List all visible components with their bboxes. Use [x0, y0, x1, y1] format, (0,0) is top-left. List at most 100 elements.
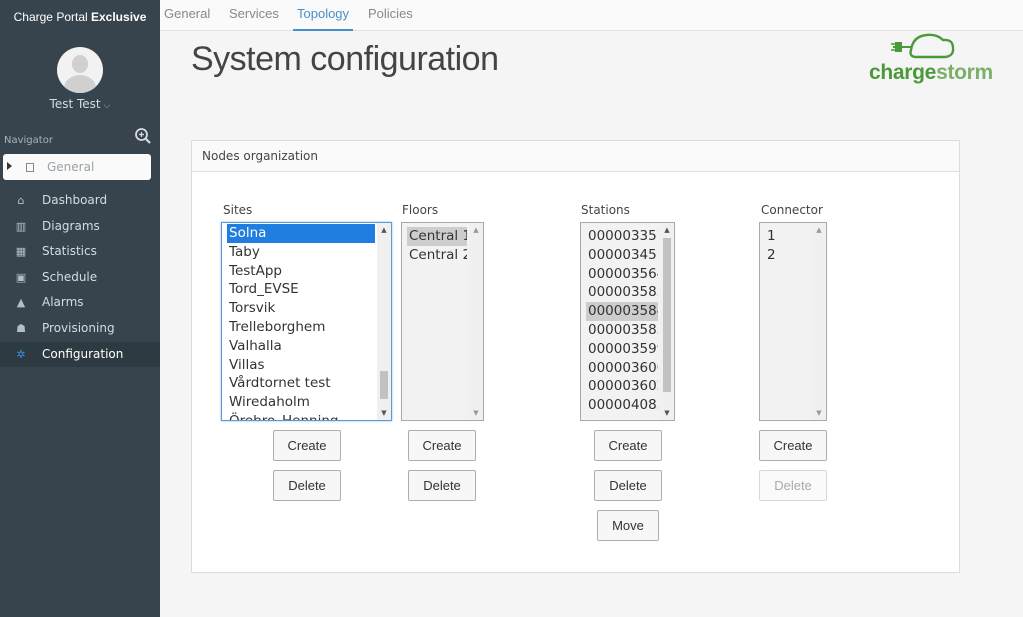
logo-wordmark: chargestorm — [869, 61, 993, 85]
list-item[interactable]: 000003599 — [586, 340, 658, 359]
delete-station-button[interactable]: Delete — [594, 470, 662, 501]
sidebar-item-label: Diagrams — [42, 218, 100, 233]
navigator-label: Navigator — [4, 135, 53, 146]
list-item[interactable]: 000003584 — [586, 302, 658, 321]
sidebar-item-provisioning[interactable]: ☗ Provisioning — [0, 316, 160, 342]
create-station-button[interactable]: Create — [594, 430, 662, 461]
sites-listbox[interactable]: Solna Taby TestApp Tord_EVSE Torsvik Tre… — [221, 222, 392, 421]
avatar-head — [72, 55, 88, 73]
list-item[interactable]: Wiredaholm — [227, 393, 375, 412]
sidebar-item-dashboard[interactable]: ⌂ Dashboard — [0, 188, 160, 214]
list-item[interactable]: 000003357 — [586, 227, 658, 246]
zoom-in-icon[interactable] — [134, 127, 152, 145]
tab-policies[interactable]: Policies — [368, 0, 413, 31]
navigator-tree-label: General — [47, 160, 95, 174]
list-item[interactable]: Central 1 — [407, 227, 467, 246]
list-item[interactable]: Örebro_Henning — [227, 412, 375, 420]
list-item[interactable]: Torsvik — [227, 299, 375, 318]
tab-bar: General Services Topology Policies — [160, 0, 1023, 31]
brand-title[interactable]: Charge Portal Exclusive — [0, 0, 160, 34]
list-item[interactable]: 000003451 — [586, 246, 658, 265]
home-icon: ⌂ — [17, 194, 25, 207]
page-title: System configuration — [191, 40, 499, 78]
list-item[interactable]: 000004085 — [586, 396, 658, 415]
list-item[interactable]: Valhalla — [227, 337, 375, 356]
delete-connector-button[interactable]: Delete — [759, 470, 827, 501]
scrollbar-thumb[interactable] — [380, 371, 388, 399]
panel-title: Nodes organization — [192, 141, 959, 172]
sidebar-item-label: Dashboard — [42, 193, 108, 207]
floors-label: Floors — [402, 203, 439, 217]
brand-name: Charge Portal — [13, 10, 91, 24]
expand-arrow-icon[interactable] — [7, 162, 12, 170]
sidebar-item-schedule[interactable]: ▣ Schedule — [0, 265, 160, 291]
list-item[interactable]: Trelleborghem — [227, 318, 375, 337]
avatar[interactable] — [57, 47, 103, 93]
scroll-down-icon[interactable]: ▼ — [377, 406, 391, 420]
list-item[interactable]: Solna — [227, 224, 375, 243]
table-icon: ▦ — [15, 245, 27, 259]
users-icon: ☗ — [16, 321, 26, 335]
scroll-up-icon[interactable]: ▲ — [377, 223, 391, 237]
sidebar-item-label: Schedule — [42, 269, 98, 284]
list-item[interactable]: 1 — [765, 227, 810, 246]
scrollbar[interactable]: ▲ ▼ — [377, 223, 391, 420]
tab-topology[interactable]: Topology — [293, 0, 354, 31]
tab-services[interactable]: Services — [229, 0, 279, 31]
scroll-up-icon[interactable]: ▲ — [660, 223, 674, 237]
create-floor-button[interactable]: Create — [408, 430, 476, 461]
list-item[interactable]: 000003564 — [586, 265, 658, 284]
sidebar-item-diagrams[interactable]: ▥ Diagrams — [0, 214, 160, 240]
create-connector-button[interactable]: Create — [759, 430, 827, 461]
chevron-down-icon: ⌵ — [103, 101, 111, 111]
list-item[interactable]: 000003602 — [586, 377, 658, 396]
sidebar-item-label: Provisioning — [42, 320, 115, 335]
scrollbar[interactable]: ▲ ▼ — [660, 223, 674, 420]
scrollbar-thumb[interactable] — [663, 238, 671, 392]
connector-listbox[interactable]: 1 2 ▲ ▼ — [759, 222, 827, 421]
list-item[interactable]: 000003600 — [586, 359, 658, 378]
scroll-up-icon[interactable]: ▲ — [812, 223, 826, 237]
logo-part-storm: storm — [936, 61, 993, 84]
scroll-up-icon[interactable]: ▲ — [469, 223, 483, 237]
list-item[interactable]: 2 — [765, 246, 810, 265]
list-item[interactable]: Tord_EVSE — [227, 280, 375, 299]
building-icon — [26, 163, 34, 172]
scroll-down-icon[interactable]: ▼ — [660, 406, 674, 420]
bar-chart-icon: ▥ — [15, 219, 27, 233]
user-menu[interactable]: Test Test ⌵ — [0, 97, 160, 111]
list-item[interactable]: TestApp — [227, 262, 375, 281]
connector-label: Connector — [761, 203, 823, 217]
stations-listbox[interactable]: 000003357 000003451 000003564 000003583 … — [580, 222, 675, 421]
sidebar-item-alarms[interactable]: ▲ Alarms — [0, 290, 160, 316]
navigator-tree-general[interactable]: General — [3, 154, 151, 180]
tab-general[interactable]: General — [164, 0, 210, 31]
move-station-button[interactable]: Move — [597, 510, 659, 541]
logo-part-charge: charge — [869, 61, 937, 84]
stations-label: Stations — [581, 203, 630, 217]
floors-listbox[interactable]: Central 1 Central 2 ▲ ▼ — [401, 222, 484, 421]
scrollbar[interactable]: ▲ ▼ — [812, 223, 826, 420]
gear-icon: ✲ — [16, 347, 26, 361]
scrollbar[interactable]: ▲ ▼ — [469, 223, 483, 420]
sidebar-item-label: Statistics — [42, 244, 97, 259]
list-item[interactable]: 000003585 — [586, 321, 658, 340]
list-item[interactable]: Taby — [227, 243, 375, 262]
sidebar-item-label: Configuration — [42, 346, 124, 361]
sidebar-item-statistics[interactable]: ▦ Statistics — [0, 239, 160, 265]
sidebar-menu: ⌂ Dashboard ▥ Diagrams ▦ Statistics ▣ Schedu… — [0, 188, 160, 368]
sidebar-item-configuration[interactable]: ✲ Configuration — [0, 341, 160, 368]
list-item[interactable]: Vårdtornet test — [227, 374, 375, 393]
delete-floor-button[interactable]: Delete — [408, 470, 476, 501]
list-item[interactable]: Villas — [227, 356, 375, 375]
sites-label: Sites — [223, 203, 253, 217]
delete-site-button[interactable]: Delete — [273, 470, 341, 501]
scroll-down-icon[interactable]: ▼ — [812, 406, 826, 420]
create-site-button[interactable]: Create — [273, 430, 341, 461]
sidebar: Charge Portal Exclusive Test Test ⌵ Navig… — [0, 0, 160, 617]
list-item[interactable]: 000003583 — [586, 283, 658, 302]
scroll-down-icon[interactable]: ▼ — [469, 406, 483, 420]
brand-edition: Exclusive — [91, 10, 147, 24]
list-item[interactable]: Central 2 — [407, 246, 467, 265]
avatar-body — [64, 75, 96, 93]
